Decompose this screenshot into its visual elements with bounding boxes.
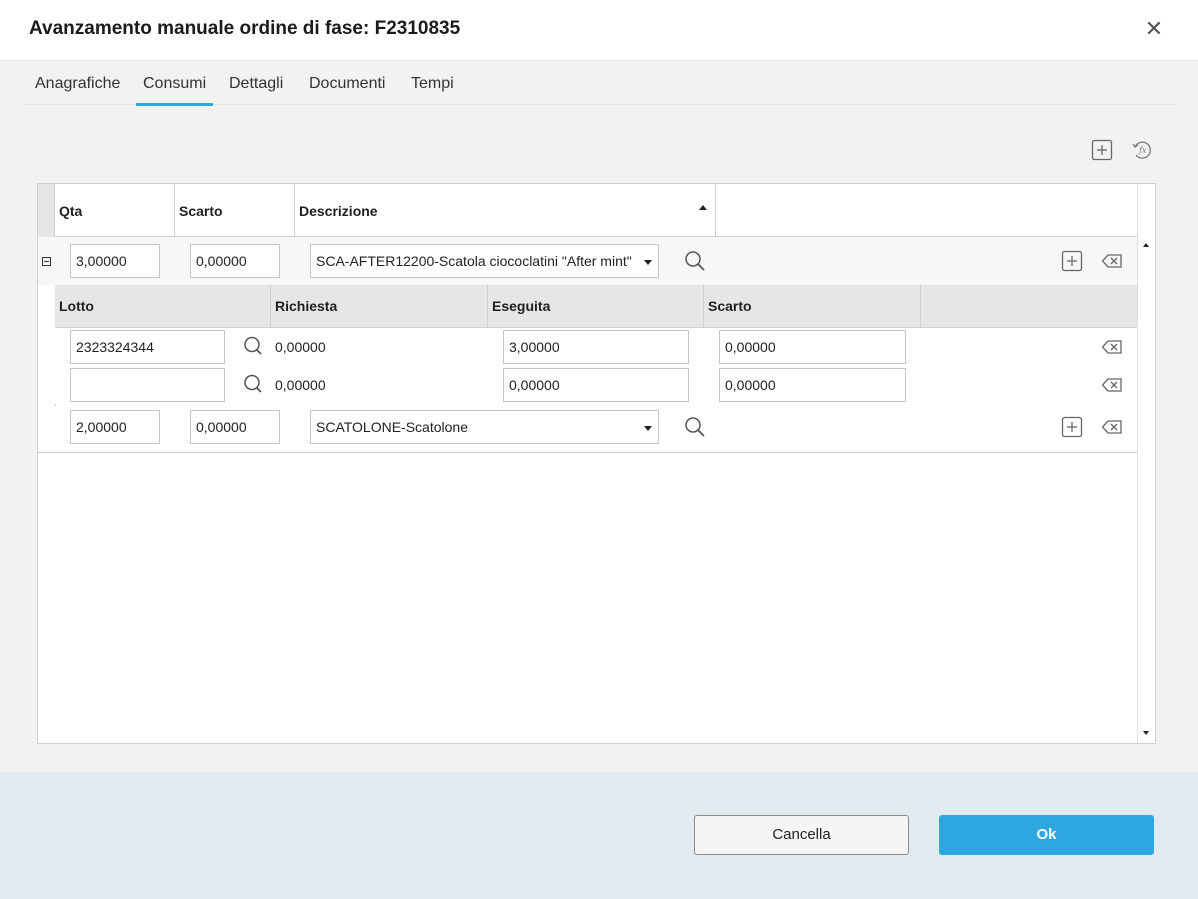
qta-field[interactable]: 3,00000 (70, 244, 160, 278)
svg-text:fx: fx (1138, 146, 1147, 155)
richiesta-value: 0,00000 (275, 377, 326, 393)
column-header-scarto[interactable]: Scarto (175, 184, 295, 237)
descrizione-select[interactable]: SCA-AFTER12200-Scatola ciococlatini "Aft… (310, 244, 659, 278)
formula-refresh-icon[interactable]: fx (1131, 139, 1153, 161)
add-square-icon[interactable] (1091, 139, 1113, 161)
tab-dettagli[interactable]: Dettagli (229, 75, 283, 93)
sub-table-row: 0,00000 0,00000 0,00000 (55, 366, 1137, 404)
grid-header: Qta Scarto Descrizione (38, 184, 1138, 237)
backspace-delete-icon[interactable] (1101, 416, 1123, 438)
collapse-icon[interactable] (42, 257, 51, 266)
lotto-field[interactable] (70, 368, 225, 402)
tab-bar: Anagrafiche Consumi Dettagli Documenti T… (24, 66, 1176, 106)
column-header-qta[interactable]: Qta (55, 184, 175, 237)
sub-scarto-field[interactable]: 0,00000 (719, 368, 906, 402)
dialog-footer: Cancella Ok (0, 772, 1198, 899)
sort-ascending-icon (699, 205, 707, 210)
tab-documenti[interactable]: Documenti (309, 75, 385, 93)
column-header-eseguita[interactable]: Eseguita (488, 285, 704, 328)
dialog-title: Avanzamento manuale ordine di fase: F231… (29, 18, 461, 39)
column-header-richiesta[interactable]: Richiesta (271, 285, 488, 328)
cancel-button[interactable]: Cancella (694, 815, 909, 855)
column-header-sub-scarto[interactable]: Scarto (704, 285, 921, 328)
descrizione-value: SCATOLONE-Scatolone (316, 419, 468, 435)
search-icon[interactable] (684, 250, 706, 272)
search-icon[interactable] (684, 416, 706, 438)
lotto-field[interactable]: 2323324344 (70, 330, 225, 364)
eseguita-field[interactable]: 0,00000 (503, 368, 689, 402)
descrizione-value: SCA-AFTER12200-Scatola ciococlatini "Aft… (316, 253, 632, 269)
tab-tempi[interactable]: Tempi (411, 75, 454, 93)
descrizione-select[interactable]: SCATOLONE-Scatolone (310, 410, 659, 444)
scarto-field[interactable]: 0,00000 (190, 410, 280, 444)
tab-anagrafiche[interactable]: Anagrafiche (35, 75, 120, 93)
tab-consumi[interactable]: Consumi (135, 75, 214, 106)
qta-field[interactable]: 2,00000 (70, 410, 160, 444)
sub-table-row: 2323324344 0,00000 3,00000 0,00000 (55, 328, 1137, 366)
sub-scarto-field[interactable]: 0,00000 (719, 330, 906, 364)
eseguita-field[interactable]: 3,00000 (503, 330, 689, 364)
scroll-down-icon[interactable] (1143, 731, 1149, 735)
consumi-grid: Qta Scarto Descrizione 3,00000 0,00000 S… (37, 183, 1156, 744)
backspace-delete-icon[interactable] (1101, 336, 1123, 358)
add-square-icon[interactable] (1061, 250, 1083, 272)
search-icon[interactable] (243, 336, 263, 356)
scroll-up-icon[interactable] (1143, 243, 1149, 247)
column-header-lotto[interactable]: Lotto (55, 285, 271, 328)
richiesta-value: 0,00000 (275, 339, 326, 355)
chevron-down-icon (644, 426, 652, 431)
backspace-delete-icon[interactable] (1101, 374, 1123, 396)
column-header-descrizione-label: Descrizione (299, 203, 378, 219)
sub-grid-header: Lotto Richiesta Eseguita Scarto (55, 285, 1137, 328)
add-square-icon[interactable] (1061, 416, 1083, 438)
chevron-down-icon (644, 260, 652, 265)
close-icon[interactable]: ✕ (1142, 17, 1166, 41)
column-header-descrizione[interactable]: Descrizione (295, 184, 716, 237)
search-icon[interactable] (243, 374, 263, 394)
table-row: 3,00000 0,00000 SCA-AFTER12200-Scatola c… (38, 237, 1137, 285)
ok-button[interactable]: Ok (939, 815, 1154, 855)
dialog-header: Avanzamento manuale ordine di fase: F231… (0, 0, 1198, 61)
vertical-scrollbar[interactable] (1137, 184, 1155, 743)
backspace-delete-icon[interactable] (1101, 250, 1123, 272)
table-row: 2,00000 0,00000 SCATOLONE-Scatolone (38, 406, 1137, 453)
scarto-field[interactable]: 0,00000 (190, 244, 280, 278)
